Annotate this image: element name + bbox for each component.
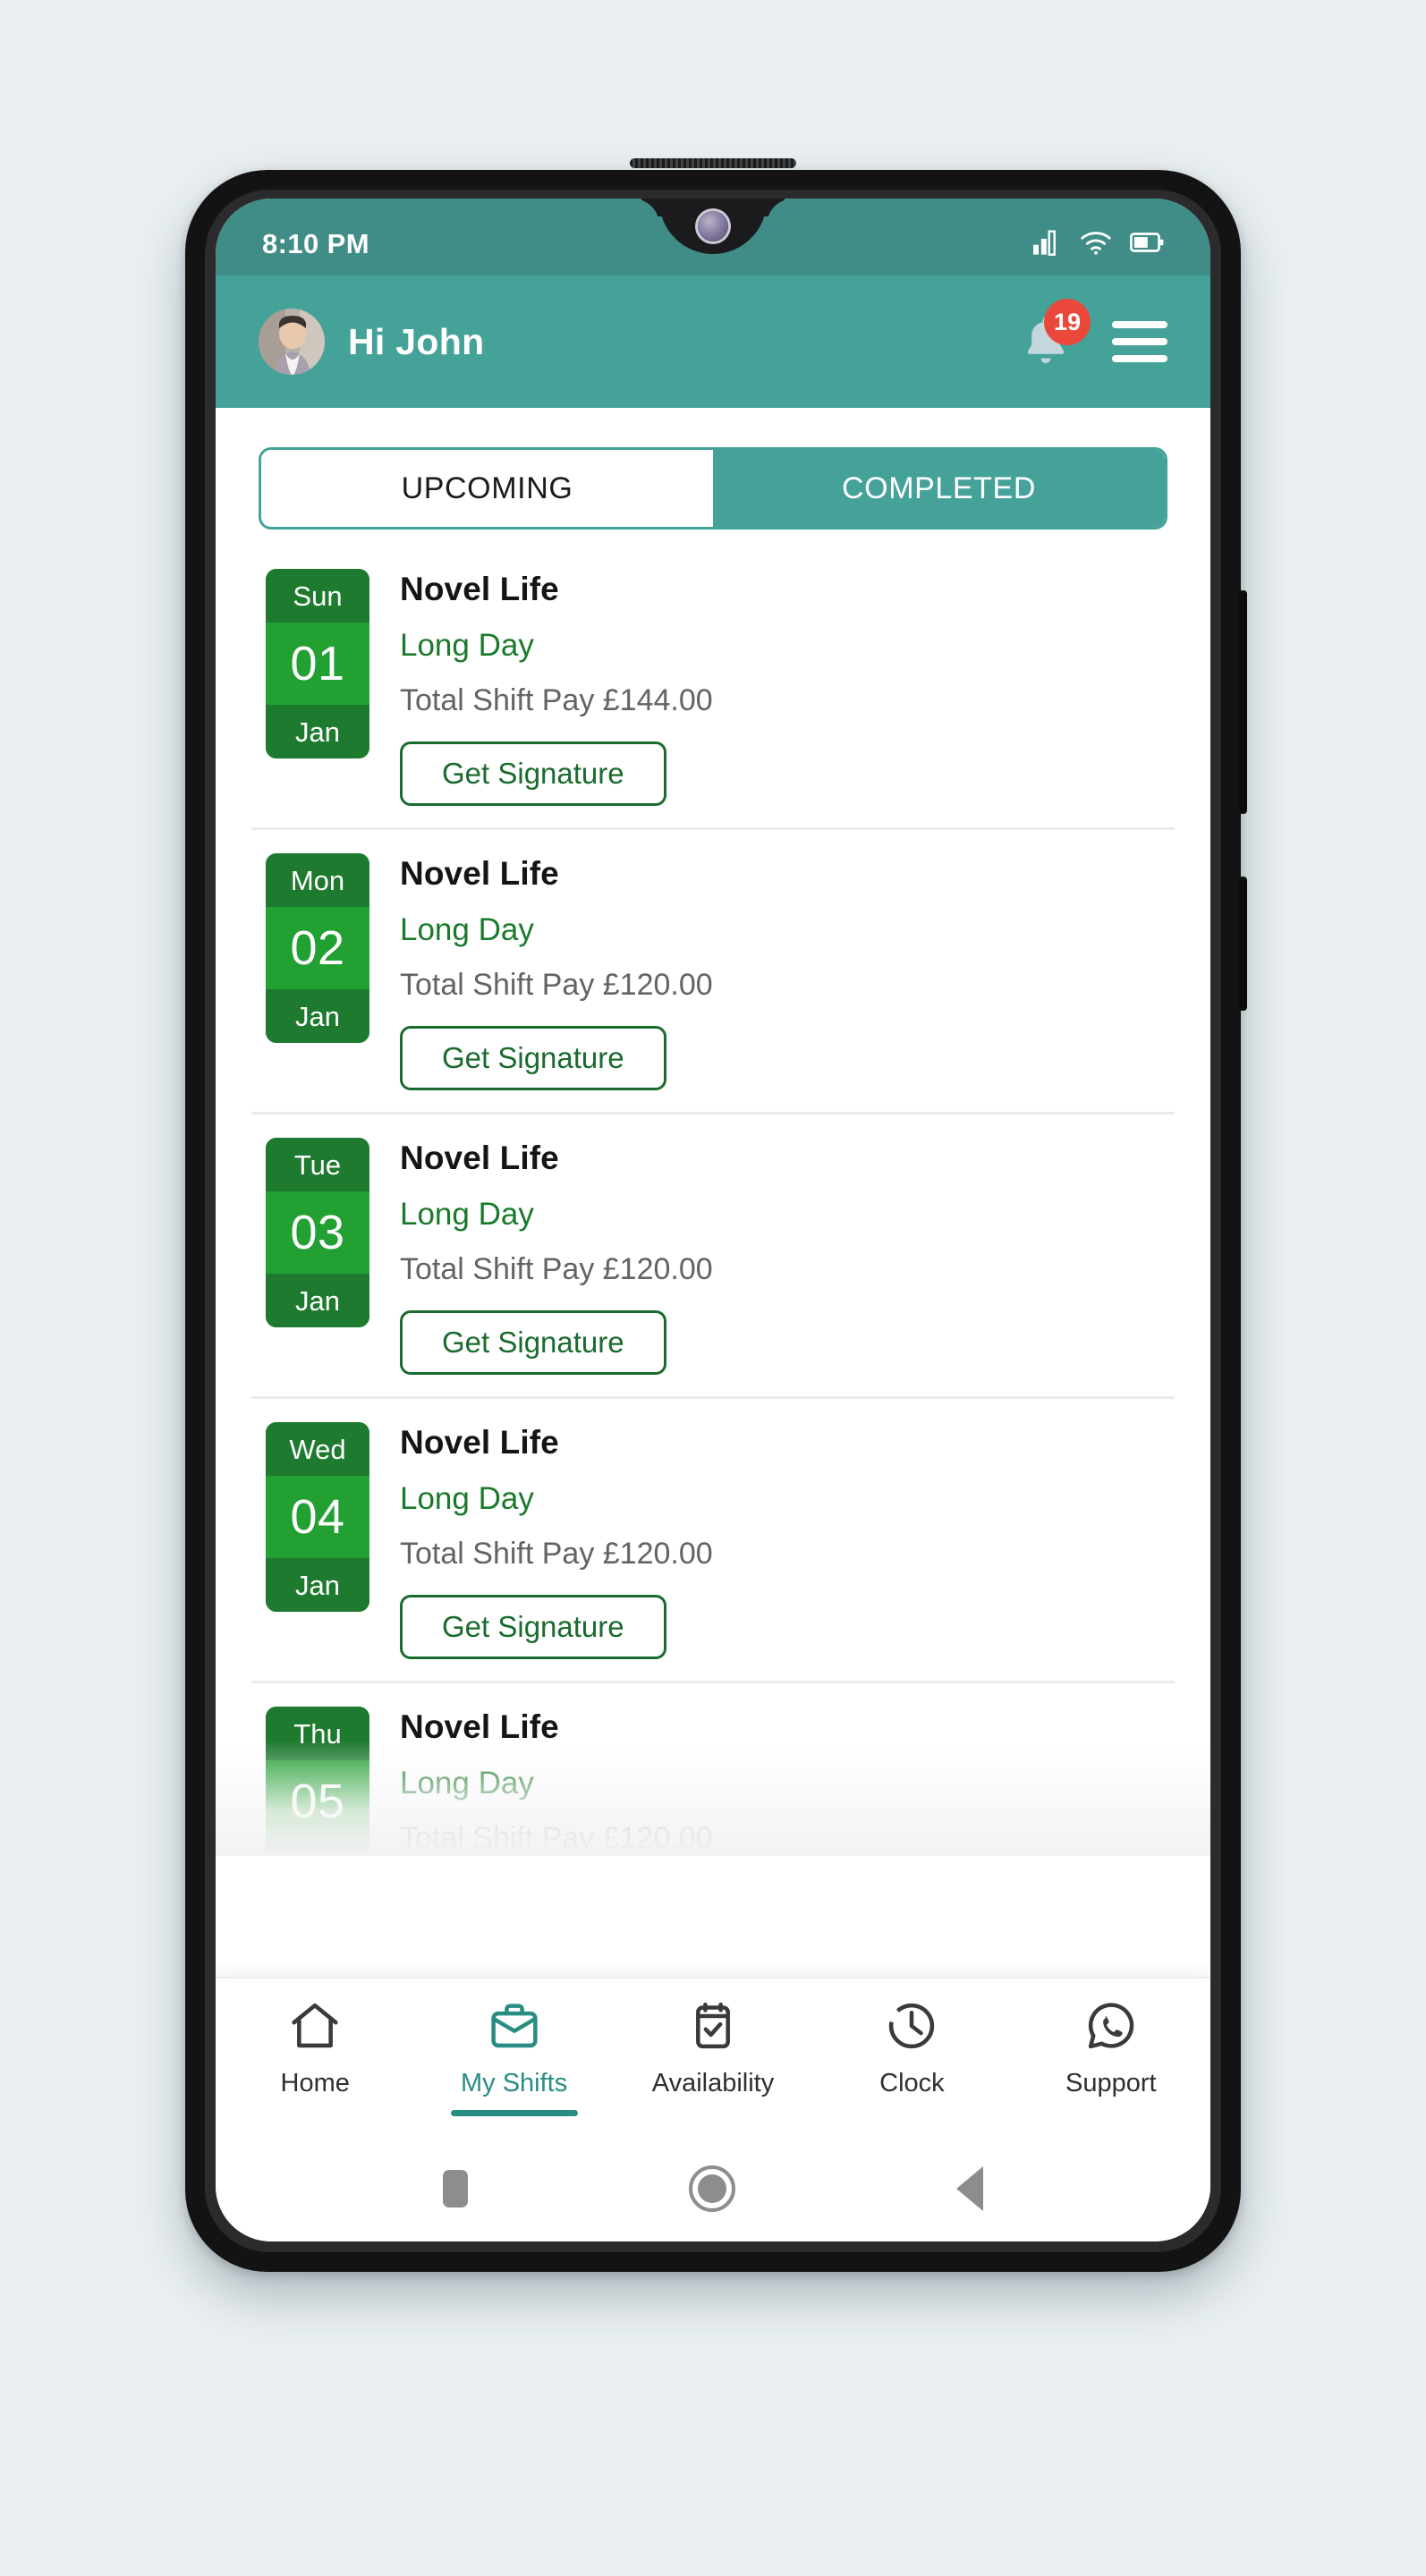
power-button[interactable] <box>1239 877 1247 1011</box>
get-signature-button[interactable]: Get Signature <box>400 1026 666 1090</box>
date-month: Jan <box>266 1558 369 1612</box>
shift-company: Novel Life <box>400 855 1166 893</box>
shift-type: Long Day <box>400 1197 1166 1233</box>
notification-count-badge: 19 <box>1044 299 1091 345</box>
date-badge: Wed 04 Jan <box>266 1422 369 1612</box>
get-signature-button[interactable]: Get Signature <box>400 1595 666 1659</box>
signal-icon <box>1031 229 1062 260</box>
bottom-navigation: Home My Shifts <box>216 1977 1210 2136</box>
home-circle-icon[interactable] <box>689 2165 735 2212</box>
tab-completed[interactable]: COMPLETED <box>713 450 1165 527</box>
shift-card[interactable]: Mon 02 Jan Novel Life Long Day Total Shi… <box>251 830 1175 1114</box>
nav-label: Home <box>281 2069 350 2098</box>
nav-item-home[interactable]: Home <box>216 1998 414 2098</box>
shift-card[interactable]: Sun 01 Jan Novel Life Long Day Total Shi… <box>251 546 1175 830</box>
back-triangle-icon[interactable] <box>956 2166 983 2211</box>
earpiece-speaker-icon <box>630 158 796 168</box>
date-day-of-month: 05 <box>266 1760 369 1843</box>
date-day-of-week: Tue <box>266 1138 369 1191</box>
date-month: Jan <box>266 989 369 1043</box>
date-badge: Mon 02 Jan <box>266 853 369 1043</box>
android-system-nav <box>216 2136 1210 2241</box>
shift-pay: Total Shift Pay £120.00 <box>400 1252 1166 1287</box>
date-day-of-week: Thu <box>266 1707 369 1760</box>
tabs-container: UPCOMING COMPLETED <box>216 408 1210 530</box>
bell-icon <box>1021 357 1071 372</box>
hamburger-menu-icon[interactable] <box>1112 321 1167 362</box>
shift-card[interactable]: Wed 04 Jan Novel Life Long Day Total Shi… <box>251 1399 1175 1683</box>
notifications-button[interactable]: 19 <box>1021 313 1071 370</box>
shift-details: Novel Life Long Day Total Shift Pay £120… <box>400 1707 1166 1856</box>
nav-item-support[interactable]: Support <box>1012 1998 1210 2098</box>
date-day-of-week: Mon <box>266 853 369 907</box>
calendar-check-icon <box>685 1998 741 2058</box>
shift-company: Novel Life <box>400 1140 1166 1177</box>
phone-bezel: 8:10 PM <box>205 190 1221 2252</box>
date-month: Jan <box>266 1843 369 1856</box>
greeting-text: Hi John <box>348 321 1021 363</box>
date-day-of-month: 02 <box>266 907 369 989</box>
app-header: Hi John 19 <box>216 275 1210 408</box>
shift-company: Novel Life <box>400 1708 1166 1746</box>
wifi-icon <box>1080 229 1112 260</box>
shift-pay: Total Shift Pay £144.00 <box>400 683 1166 718</box>
recents-square-icon[interactable] <box>443 2170 468 2207</box>
shift-pay: Total Shift Pay £120.00 <box>400 1537 1166 1572</box>
nav-label: Clock <box>879 2069 945 2098</box>
home-icon <box>287 1998 343 2058</box>
clock-icon <box>884 1998 939 2058</box>
header-actions: 19 <box>1021 313 1167 370</box>
shift-details: Novel Life Long Day Total Shift Pay £144… <box>400 569 1166 806</box>
shift-type: Long Day <box>400 912 1166 948</box>
front-camera-icon <box>698 211 728 242</box>
shift-company: Novel Life <box>400 571 1166 608</box>
shift-details: Novel Life Long Day Total Shift Pay £120… <box>400 1422 1166 1659</box>
date-month: Jan <box>266 705 369 758</box>
page-root: 8:10 PM <box>0 0 1426 2576</box>
nav-label: Availability <box>652 2069 774 2098</box>
get-signature-button[interactable]: Get Signature <box>400 741 666 806</box>
status-icons <box>1031 229 1164 260</box>
shift-company: Novel Life <box>400 1424 1166 1462</box>
shift-type: Long Day <box>400 1481 1166 1517</box>
date-day-of-month: 04 <box>266 1476 369 1558</box>
shift-details: Novel Life Long Day Total Shift Pay £120… <box>400 853 1166 1090</box>
date-day-of-week: Sun <box>266 569 369 623</box>
active-tab-indicator <box>451 2110 578 2116</box>
date-badge: Sun 01 Jan <box>266 569 369 758</box>
nav-label: Support <box>1065 2069 1157 2098</box>
shift-pay: Total Shift Pay £120.00 <box>400 968 1166 1003</box>
shift-list[interactable]: Sun 01 Jan Novel Life Long Day Total Shi… <box>216 546 1210 1856</box>
nav-item-availability[interactable]: Availability <box>614 1998 812 2098</box>
tab-upcoming[interactable]: UPCOMING <box>261 450 713 527</box>
date-month: Jan <box>266 1274 369 1327</box>
date-day-of-week: Wed <box>266 1422 369 1476</box>
date-day-of-month: 01 <box>266 623 369 705</box>
shift-card[interactable]: Tue 03 Jan Novel Life Long Day Total Shi… <box>251 1114 1175 1399</box>
shift-pay: Total Shift Pay £120.00 <box>400 1821 1166 1856</box>
status-time: 8:10 PM <box>262 228 369 260</box>
battery-icon <box>1130 231 1164 258</box>
shift-type: Long Day <box>400 628 1166 664</box>
briefcase-icon <box>487 1998 542 2058</box>
nav-label: My Shifts <box>461 2069 567 2098</box>
shift-card[interactable]: Thu 05 Jan Novel Life Long Day Total Shi… <box>251 1683 1175 1856</box>
phone-frame: 8:10 PM <box>185 170 1241 2272</box>
date-badge: Thu 05 Jan <box>266 1707 369 1856</box>
whatsapp-phone-icon <box>1083 1998 1139 2058</box>
date-badge: Tue 03 Jan <box>266 1138 369 1327</box>
shift-tabs: UPCOMING COMPLETED <box>259 447 1167 530</box>
volume-button[interactable] <box>1239 590 1247 814</box>
get-signature-button[interactable]: Get Signature <box>400 1310 666 1375</box>
shift-details: Novel Life Long Day Total Shift Pay £120… <box>400 1138 1166 1375</box>
avatar[interactable] <box>259 309 325 375</box>
notch <box>659 199 767 254</box>
status-bar: 8:10 PM <box>216 199 1210 275</box>
date-day-of-month: 03 <box>266 1191 369 1274</box>
shift-type: Long Day <box>400 1766 1166 1801</box>
nav-item-my-shifts[interactable]: My Shifts <box>414 1998 613 2098</box>
phone-screen: 8:10 PM <box>216 199 1210 2241</box>
nav-item-clock[interactable]: Clock <box>812 1998 1011 2098</box>
